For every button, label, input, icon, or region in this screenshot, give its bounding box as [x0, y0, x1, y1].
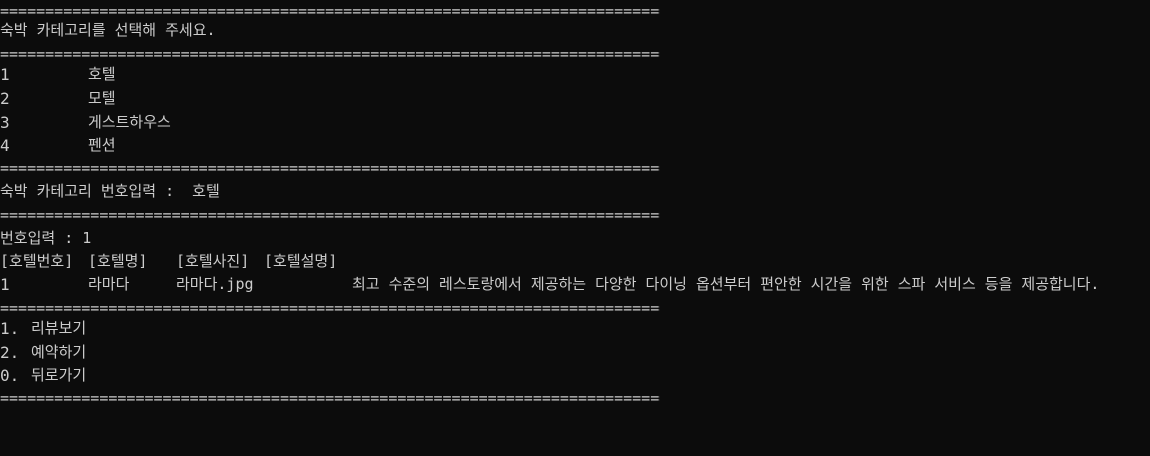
category-option-number: 3 — [0, 113, 10, 132]
category-option-number: 2 — [0, 89, 10, 108]
table-header: [호텔번호] [호텔명] [호텔사진] [호텔설명] — [0, 250, 400, 273]
category-option: 4 펜션 — [0, 134, 400, 157]
console-window: ========================================… — [0, 0, 1150, 408]
category-prompt: 숙박 카테고리를 선택해 주세요. — [0, 21, 216, 39]
separator-line: ========================================… — [0, 159, 660, 177]
menu-option-number: 0. — [0, 366, 20, 385]
menu-option-number: 2. — [0, 343, 20, 362]
category-option: 3 게스트하우스 — [0, 111, 400, 134]
category-option-number: 1 — [0, 65, 10, 84]
hotel-name-cell: 라마다 — [88, 275, 130, 293]
number-input-echo: 번호입력 : 1 — [0, 229, 92, 247]
hotel-photo-cell: 라마다.jpg — [176, 275, 254, 293]
menu-option: 2. 예약하기 — [0, 341, 300, 364]
category-input-echo: 숙박 카테고리 번호입력 : 호텔 — [0, 182, 220, 200]
menu-option: 1. 리뷰보기 — [0, 317, 300, 340]
category-option: 1 호텔 — [0, 63, 400, 86]
category-option-number: 4 — [0, 136, 10, 155]
category-option-label: 호텔 — [88, 65, 116, 83]
table-row: 1 라마다 라마다.jpg 최고 수준의 레스토랑에서 제공하는 다양한 다이닝… — [0, 273, 1150, 296]
menu-option-label: 뒤로가기 — [31, 366, 87, 384]
column-header-hotel-photo: [호텔사진] — [176, 252, 250, 270]
column-header-hotel-description: [호텔설명] — [264, 252, 338, 270]
column-header-hotel-number: [호텔번호] — [0, 252, 74, 270]
separator-line: ========================================… — [0, 389, 660, 407]
menu-option-number: 1. — [0, 319, 20, 338]
menu-option-label: 예약하기 — [31, 343, 87, 361]
category-option-label: 모텔 — [88, 89, 116, 107]
menu-option: 0. 뒤로가기 — [0, 364, 300, 387]
menu-option-label: 리뷰보기 — [31, 319, 87, 337]
category-option: 2 모텔 — [0, 87, 400, 110]
separator-line: ========================================… — [0, 206, 660, 224]
category-option-label: 펜션 — [88, 136, 116, 154]
hotel-number-cell: 1 — [0, 275, 10, 294]
column-header-hotel-name: [호텔명] — [88, 252, 148, 270]
category-option-label: 게스트하우스 — [88, 113, 171, 131]
hotel-description-cell: 최고 수준의 레스토랑에서 제공하는 다양한 다이닝 옵션부터 편안한 시간을 … — [352, 275, 1100, 293]
